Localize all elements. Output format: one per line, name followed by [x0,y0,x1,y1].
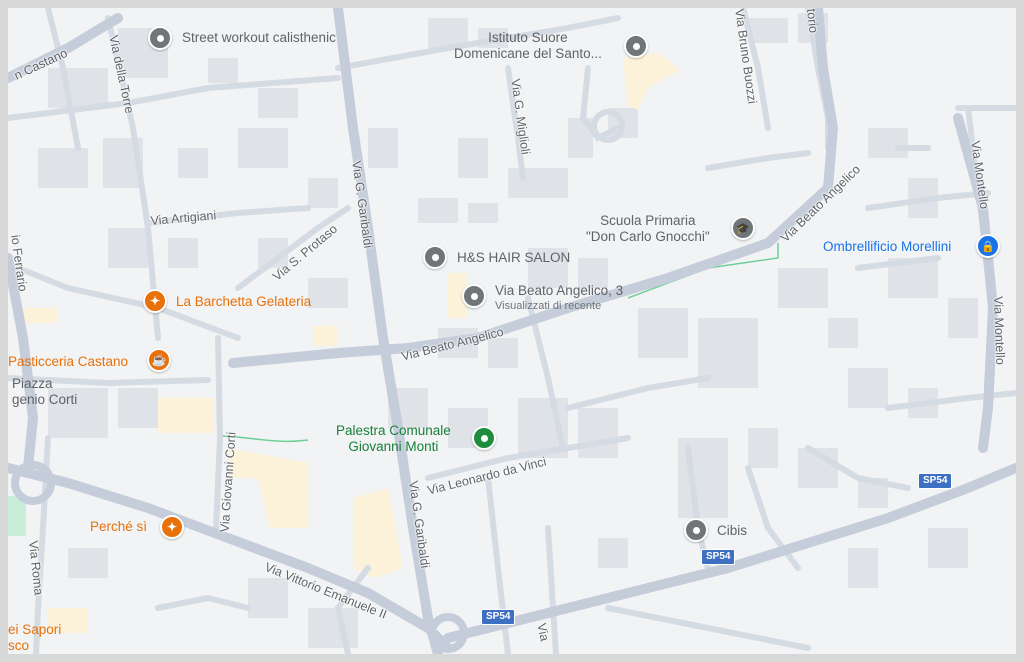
pin-icon [624,34,648,58]
poi-label: Pasticceria Castano [8,354,129,369]
restaurant-icon: ✦ [160,515,184,539]
poi-label: Perché sì [90,519,148,534]
poi-label: La Barchetta Gelateria [176,294,312,309]
shopping-bag-icon: 🔒 [976,234,1000,258]
poi-label: Ombrellificio Morellini [823,239,952,254]
map-frame: n Castano Via della Torre Via Artigiani … [0,0,1024,662]
street-label-via-montello-south: Via Montello [991,296,1008,366]
route-shield-sp54-middle: SP54 [701,549,736,565]
pin-icon [423,245,447,269]
school-icon: 🎓 [731,216,755,240]
poi-label: Palestra Comunale Giovanni Monti [336,423,451,454]
poi-label: Istituto Suore Domenicane del Santo... [454,30,602,61]
route-shield-sp54-west: SP54 [481,609,516,625]
pin-icon [148,26,172,50]
coffee-icon: ☕ [147,348,171,372]
route-shield-sp54-east: SP54 [918,473,953,489]
street-label-piazza: Piazza genio Corti [12,376,78,407]
pin-icon [684,518,708,542]
poi-subtitle: Visualizzati di recente [495,300,602,312]
street-label-torio: torio [804,8,821,34]
map-canvas[interactable]: n Castano Via della Torre Via Artigiani … [8,8,1016,654]
poi-label: Via Beato Angelico, 3 [495,283,624,298]
poi-label: Scuola Primaria "Don Carlo Gnocchi" [586,213,710,244]
poi-label: H&S HAIR SALON [457,250,571,265]
pin-icon [462,284,486,308]
poi-label-sapori[interactable]: ei Sapori sco [8,622,61,654]
poi-label: Cibis [717,523,748,538]
restaurant-icon: ✦ [143,289,167,313]
poi-label: Street workout calisthenic [182,30,336,45]
park-icon [472,426,496,450]
